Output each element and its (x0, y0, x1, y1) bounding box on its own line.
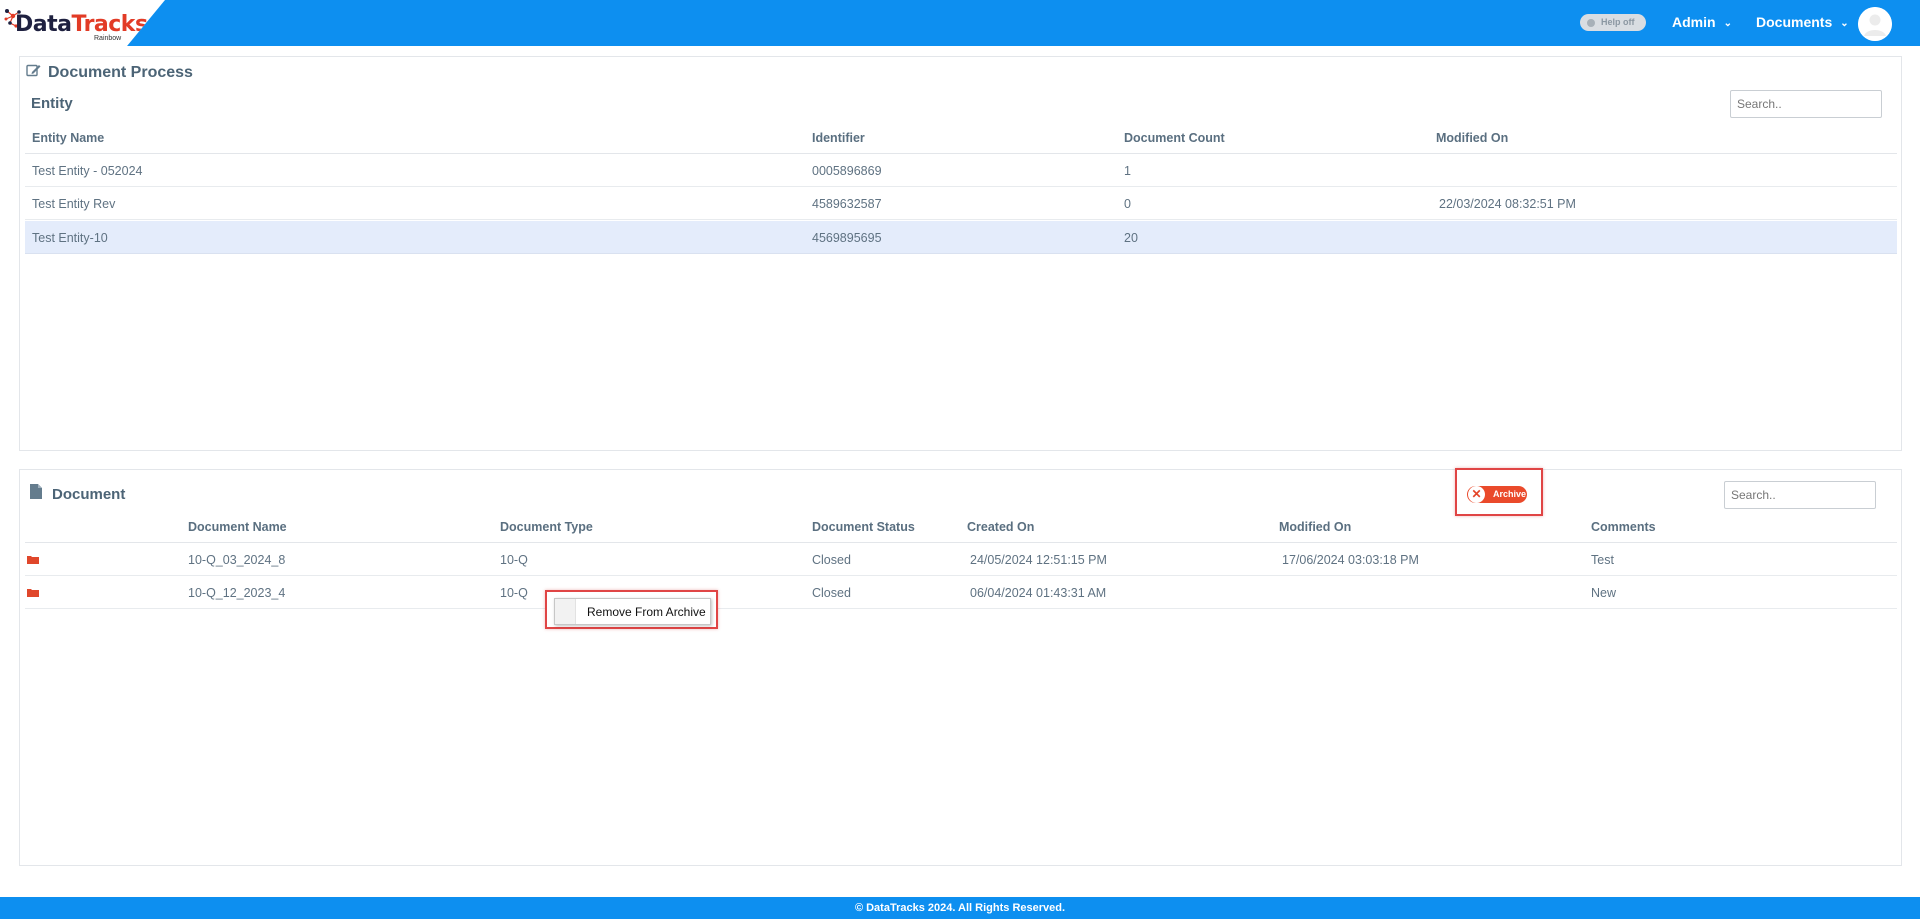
entity-panel: Document Process Entity Entity Name Iden… (19, 56, 1902, 451)
context-menu: Remove From Archive (554, 598, 711, 625)
col-modified-on[interactable]: Modified On (1436, 131, 1508, 145)
cell-comments: New (1591, 586, 1617, 600)
top-navbar: DataTracks Rainbow Help off Admin ⌄ Docum… (0, 0, 1920, 46)
document-search-input[interactable] (1724, 481, 1876, 509)
col-document-count[interactable]: Document Count (1124, 131, 1225, 145)
nav-admin-label: Admin (1672, 14, 1716, 30)
footer: © DataTracks 2024. All Rights Reserved. (0, 897, 1920, 919)
table-row[interactable]: 10-Q_03_2024_8 10-Q Closed 24/05/2024 12… (25, 543, 1897, 576)
document-panel-title: Document (30, 484, 125, 503)
cell-document-type: 10-Q (500, 586, 528, 600)
folder-icon[interactable] (27, 588, 39, 597)
cell-created-on: 24/05/2024 12:51:15 PM (970, 553, 1107, 567)
user-avatar-button[interactable] (1858, 7, 1892, 41)
table-row[interactable]: Test Entity Rev 4589632587 0 22/03/2024 … (25, 187, 1897, 220)
cell-modified-on: 17/06/2024 03:03:18 PM (1282, 553, 1419, 567)
table-row-selected[interactable]: Test Entity-10 4569895695 20 (25, 221, 1897, 254)
cell-document-count: 0 (1124, 197, 1131, 211)
cell-comments: Test (1591, 553, 1614, 567)
context-menu-gutter (555, 599, 576, 624)
remove-from-archive-menu-item[interactable]: Remove From Archive (587, 605, 706, 619)
cell-document-name: 10-Q_03_2024_8 (188, 553, 286, 567)
col-identifier[interactable]: Identifier (812, 131, 865, 145)
col-document-status[interactable]: Document Status (812, 520, 915, 534)
chevron-down-icon: ⌄ (1840, 18, 1849, 29)
page-title: Document Process (48, 64, 193, 81)
brand-logo[interactable]: DataTracks Rainbow (0, 0, 165, 46)
table-row[interactable]: 10-Q_12_2023_4 10-Q Closed 06/04/2024 01… (25, 576, 1897, 609)
col-comments[interactable]: Comments (1591, 520, 1656, 534)
entity-table-header: Entity Name Identifier Document Count Mo… (25, 121, 1897, 154)
col-document-name[interactable]: Document Name (188, 520, 287, 534)
cell-document-name: 10-Q_12_2023_4 (188, 586, 286, 600)
archive-toggle-label: Archive (1493, 489, 1527, 499)
help-toggle[interactable]: Help off (1580, 14, 1646, 31)
document-panel: Document ✕ Archive Document Name Documen… (19, 468, 1902, 866)
context-menu-highlight: Remove From Archive (545, 590, 718, 629)
cell-document-status: Closed (812, 553, 851, 567)
chevron-down-icon: ⌄ (1723, 18, 1732, 29)
col-modified-on[interactable]: Modified On (1279, 520, 1351, 534)
cell-modified-on: 22/03/2024 08:32:51 PM (1439, 197, 1576, 211)
user-avatar-icon (1858, 7, 1892, 41)
folder-icon[interactable] (27, 555, 39, 564)
entity-search-input[interactable] (1730, 90, 1882, 118)
cell-document-status: Closed (812, 586, 851, 600)
edit-icon (26, 63, 42, 82)
cell-document-count: 1 (1124, 164, 1131, 178)
table-row[interactable]: Test Entity - 052024 0005896869 1 (25, 154, 1897, 187)
document-section-title: Document (52, 486, 126, 503)
cell-document-count: 20 (1124, 231, 1138, 245)
col-entity-name[interactable]: Entity Name (32, 131, 104, 145)
cell-identifier: 0005896869 (812, 164, 882, 178)
cell-identifier: 4569895695 (812, 231, 882, 245)
cell-created-on: 06/04/2024 01:43:31 AM (970, 586, 1107, 600)
logo-subtitle: Rainbow (94, 35, 122, 42)
help-toggle-label: Help off (1601, 17, 1635, 27)
close-icon: ✕ (1468, 486, 1485, 503)
archive-toggle[interactable]: ✕ Archive (1467, 486, 1527, 503)
col-created-on[interactable]: Created On (967, 520, 1034, 534)
document-table-header: Document Name Document Type Document Sta… (25, 510, 1897, 543)
logo-wordmark: DataTracks (15, 12, 148, 37)
entity-section-title: Entity (31, 95, 73, 112)
cell-document-type: 10-Q (500, 553, 528, 567)
cell-entity-name: Test Entity Rev (32, 197, 116, 211)
toggle-knob (1587, 19, 1595, 27)
cell-entity-name: Test Entity - 052024 (32, 164, 143, 178)
cell-entity-name: Test Entity-10 (32, 231, 108, 245)
panel-title: Document Process (26, 63, 193, 82)
cell-identifier: 4589632587 (812, 197, 882, 211)
col-document-type[interactable]: Document Type (500, 520, 593, 534)
nav-documents-label: Documents (1756, 14, 1833, 30)
archive-toggle-highlight: ✕ Archive (1455, 468, 1543, 516)
nav-admin-menu[interactable]: Admin ⌄ (1672, 14, 1732, 30)
file-icon (30, 484, 44, 503)
copyright-text: © DataTracks 2024. All Rights Reserved. (854, 902, 1066, 914)
nav-documents-menu[interactable]: Documents ⌄ (1756, 14, 1849, 30)
